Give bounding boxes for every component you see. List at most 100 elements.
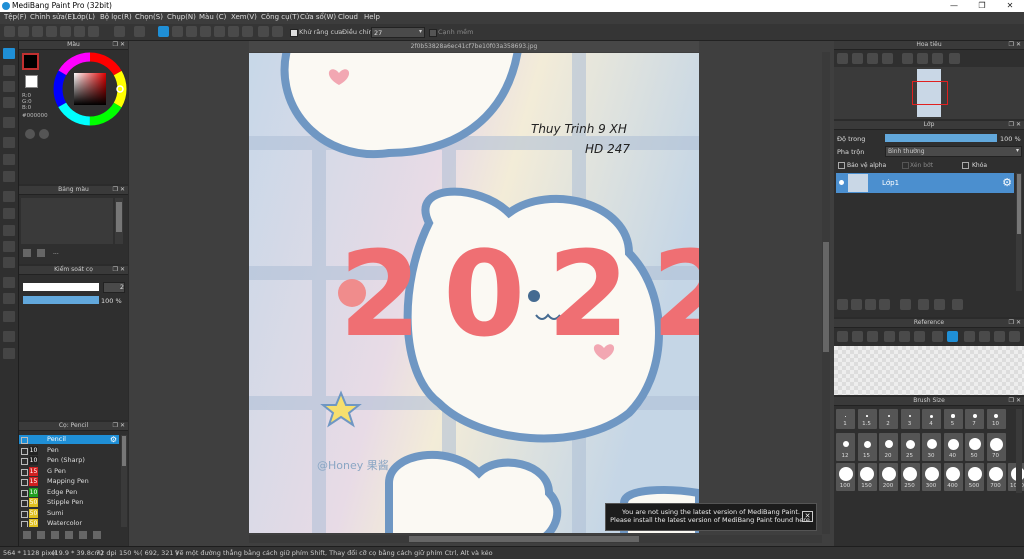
- brush-folder-icon[interactable]: [65, 531, 73, 539]
- delete-layer-icon[interactable]: [952, 299, 963, 310]
- brush-visibility-checkbox[interactable]: [21, 479, 28, 486]
- palette-area[interactable]: [21, 198, 113, 244]
- gradient-tool-icon[interactable]: [3, 171, 15, 182]
- menu-edit[interactable]: Chỉnh sửa(E): [30, 13, 75, 21]
- add-color-icon[interactable]: [23, 249, 31, 257]
- brush-visibility-checkbox[interactable]: [21, 521, 28, 527]
- rect-tool-icon[interactable]: [3, 81, 15, 92]
- eraser-tool-icon[interactable]: [3, 65, 15, 76]
- menu-filter[interactable]: Bộ lọc(R): [100, 13, 132, 21]
- brush-size-cell[interactable]: 70: [987, 433, 1006, 461]
- panel-controls-icon[interactable]: ❐ ✕: [113, 422, 125, 429]
- save-icon[interactable]: [46, 26, 57, 37]
- color-mode-icon[interactable]: [25, 129, 35, 139]
- fit-icon[interactable]: [867, 53, 878, 64]
- share-icon[interactable]: [60, 26, 71, 37]
- eye-icon[interactable]: [839, 180, 844, 185]
- brush-list-scrollbar[interactable]: [121, 435, 127, 527]
- brush-size-cell[interactable]: 2: [879, 409, 898, 429]
- reference-hand-icon[interactable]: [947, 331, 958, 342]
- menu-cloud[interactable]: Cloud: [338, 13, 358, 21]
- brush-size-cell[interactable]: 100: [836, 463, 855, 491]
- brush-size-cell[interactable]: 300: [922, 463, 941, 491]
- actual-size-icon[interactable]: [882, 53, 893, 64]
- snap-parallel-icon[interactable]: [172, 26, 183, 37]
- operation-tool-icon[interactable]: [3, 293, 15, 304]
- brush-size-value[interactable]: 2: [103, 282, 125, 293]
- lasso-tool-icon[interactable]: [3, 208, 15, 219]
- correction-select[interactable]: 27 ▾: [371, 27, 425, 38]
- folder-icon[interactable]: [900, 299, 911, 310]
- brush-copy-icon[interactable]: [51, 531, 59, 539]
- background-color-swatch[interactable]: [25, 75, 38, 88]
- menu-layer[interactable]: Lớp(L): [73, 13, 95, 21]
- panel-controls-icon[interactable]: ❐ ✕: [1009, 121, 1021, 128]
- reference-zoom-out-icon[interactable]: [899, 331, 910, 342]
- brush-visibility-checkbox[interactable]: [21, 448, 28, 455]
- brush-size-cell[interactable]: 10: [987, 409, 1006, 429]
- brush-add-icon[interactable]: [23, 531, 31, 539]
- brush-size-cell[interactable]: 25: [901, 433, 920, 461]
- snap-vanishing-icon[interactable]: [200, 26, 211, 37]
- menu-view[interactable]: Xem(V): [231, 13, 257, 21]
- brush-item[interactable]: 15G Pen: [19, 467, 119, 476]
- menu-file[interactable]: Tệp(F): [4, 13, 27, 21]
- brush-size-cell[interactable]: 4: [922, 409, 941, 429]
- reference-zoom-in-icon[interactable]: [884, 331, 895, 342]
- new-layer-menu-icon[interactable]: [879, 299, 890, 310]
- panel-controls-icon[interactable]: ❐ ✕: [1009, 41, 1021, 48]
- navigator-preview[interactable]: [834, 67, 1024, 119]
- artwork-canvas[interactable]: 2022 Thuy Trinh 9 XH HD 247 @Honey 果酱: [249, 53, 699, 533]
- reference-rotate-reset-icon[interactable]: [979, 331, 990, 342]
- open-file-icon[interactable]: [32, 26, 43, 37]
- canvas-horizontal-scrollbar[interactable]: [249, 535, 822, 543]
- brush-cloud-icon[interactable]: [37, 531, 45, 539]
- brush-item[interactable]: Pencil⚙: [19, 435, 119, 444]
- reference-flip-icon[interactable]: [1009, 331, 1020, 342]
- panel-controls-icon[interactable]: ❐ ✕: [1009, 319, 1021, 326]
- magic-wand-tool-icon[interactable]: [3, 225, 15, 236]
- brush-size-cell[interactable]: 150: [858, 463, 877, 491]
- brush-size-cell[interactable]: 1: [836, 409, 855, 429]
- brush-size-cell[interactable]: 700: [987, 463, 1006, 491]
- brush-item[interactable]: 50Sumi: [19, 509, 119, 518]
- brush-opacity-slider[interactable]: [23, 296, 99, 304]
- brush-size-cell[interactable]: 3: [901, 409, 920, 429]
- brush-size-cell[interactable]: 20: [879, 433, 898, 461]
- brush-visibility-checkbox[interactable]: [21, 511, 28, 518]
- snap-gear-icon[interactable]: [272, 26, 283, 37]
- brush-size-cell[interactable]: 400: [944, 463, 963, 491]
- layer-row[interactable]: Lớp1 ⚙: [836, 173, 1014, 193]
- reference-fit-icon[interactable]: [914, 331, 925, 342]
- zoom-out-icon[interactable]: [852, 53, 863, 64]
- panel-controls-icon[interactable]: ❐ ✕: [1009, 397, 1021, 404]
- brush-item[interactable]: 10Pen (Sharp): [19, 456, 119, 465]
- brush-size-cell[interactable]: 200: [879, 463, 898, 491]
- menu-tools[interactable]: Công cụ(T): [261, 13, 299, 21]
- brush-item[interactable]: 50Stipple Pen: [19, 498, 119, 507]
- brush-size-cell[interactable]: 15: [858, 433, 877, 461]
- new-layer-icon[interactable]: [837, 299, 848, 310]
- brush-visibility-checkbox[interactable]: [21, 458, 28, 465]
- new-layer-1bit-icon[interactable]: [865, 299, 876, 310]
- brush-visibility-checkbox[interactable]: [21, 437, 28, 444]
- lock-checkbox[interactable]: [962, 162, 969, 169]
- rotate-left-icon[interactable]: [902, 53, 913, 64]
- color-history-icon[interactable]: [39, 129, 49, 139]
- menu-help[interactable]: Help: [364, 13, 380, 21]
- eyedropper-tool-icon[interactable]: [3, 311, 15, 322]
- reference-open-icon[interactable]: [837, 331, 848, 342]
- layer-list-scrollbar[interactable]: [1016, 173, 1022, 291]
- panel-controls-icon[interactable]: ❐ ✕: [113, 186, 125, 193]
- fill-rect-tool-icon[interactable]: [3, 137, 15, 148]
- blend-mode-select[interactable]: Bình thường ▾: [885, 146, 1022, 157]
- bucket-tool-icon[interactable]: [3, 154, 15, 165]
- navigator-viewport[interactable]: [912, 81, 948, 105]
- brush-size-slider[interactable]: [23, 283, 99, 291]
- undo-icon[interactable]: [114, 26, 125, 37]
- flip-icon[interactable]: [949, 53, 960, 64]
- snap-radial-icon[interactable]: [214, 26, 225, 37]
- brush-item[interactable]: 50Watercolor: [19, 519, 119, 527]
- brush-size-cell[interactable]: 50: [965, 433, 984, 461]
- brush-size-cell[interactable]: 5: [944, 409, 963, 429]
